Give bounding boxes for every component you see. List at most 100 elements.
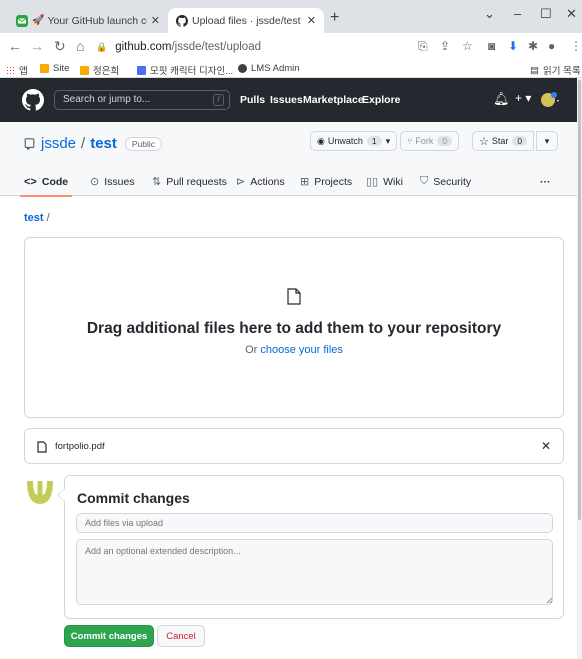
rocket-icon: 🚀 xyxy=(32,15,45,26)
tab-label: Pull requests xyxy=(166,175,227,188)
reading-list-icon: ▤ xyxy=(530,64,539,76)
breadcrumb: test / xyxy=(24,212,50,224)
star-label: Star xyxy=(491,136,509,146)
back-arrow-icon[interactable]: ← xyxy=(8,38,22,54)
close-window-button[interactable]: ✕ xyxy=(566,6,577,22)
tab-label: Actions xyxy=(250,175,285,188)
maximize-button[interactable]: ☐ xyxy=(540,6,552,22)
create-new-button[interactable]: + ▾ xyxy=(515,91,531,105)
resize-grip-icon[interactable] xyxy=(545,596,553,604)
user-avatar-menu[interactable] xyxy=(540,91,560,112)
nav-marketplace[interactable]: Marketplace xyxy=(303,94,364,106)
close-tab-icon[interactable]: ✕ xyxy=(151,14,160,27)
fork-icon: ⑂ xyxy=(407,136,413,146)
tab-wiki[interactable]: ▯▯ Wiki xyxy=(366,167,403,196)
star-bookmark-icon[interactable]: ☆ xyxy=(462,39,473,53)
download-extension-icon[interactable]: ⬇ xyxy=(508,39,518,53)
repo-name-link[interactable]: test xyxy=(90,135,117,152)
tab-title: Your GitHub launch code(16 xyxy=(47,14,147,27)
bookmark-folder-2[interactable]: 정은희 xyxy=(80,63,119,77)
profile-icon[interactable]: ● xyxy=(548,39,555,53)
unwatch-count: 1 xyxy=(366,136,382,146)
star-list-dropdown[interactable]: ▾ xyxy=(536,131,558,151)
commit-summary-input[interactable] xyxy=(76,513,553,533)
file-icon xyxy=(287,288,301,305)
browser-tab-mail[interactable]: 🚀 Your GitHub launch code(16 ✕ xyxy=(8,8,168,33)
github-logo-icon[interactable] xyxy=(22,89,44,111)
fork-label: Fork xyxy=(415,136,434,146)
tab-actions[interactable]: ⊳ Actions xyxy=(236,167,285,196)
commit-description-textarea[interactable] xyxy=(76,539,553,605)
bookmark-apps[interactable]: 앱 xyxy=(6,63,28,77)
nav-explore[interactable]: Explore xyxy=(362,94,401,106)
tab-label: Projects xyxy=(314,175,353,188)
star-count: 0 xyxy=(512,136,528,146)
global-search-input[interactable]: Search or jump to... / xyxy=(54,90,230,110)
more-menu-icon[interactable]: ⋮ xyxy=(570,39,582,53)
chevron-down-icon: ▾ xyxy=(385,135,391,146)
unwatch-button[interactable]: ◉ Unwatch 1 ▾ xyxy=(310,131,398,151)
github-header: Search or jump to... / Pulls Issues Mark… xyxy=(0,78,582,122)
tab-code[interactable]: <> Code xyxy=(19,167,73,197)
choose-files-link[interactable]: choose your files xyxy=(260,344,343,356)
bookmark-character-design[interactable]: 모핏 캐릭터 디자인... xyxy=(137,63,233,77)
cancel-button[interactable]: Cancel xyxy=(157,625,205,647)
pull-request-icon: ⇅ xyxy=(152,176,162,188)
close-tab-icon[interactable]: ✕ xyxy=(307,14,316,27)
nav-pulls[interactable]: Pulls xyxy=(240,94,265,106)
tab-label: Wiki xyxy=(383,175,403,188)
tab-security[interactable]: ⛉ Security xyxy=(420,167,471,196)
tab-issues[interactable]: ⊙ Issues xyxy=(90,167,135,196)
bookmark-lms-admin[interactable]: LMS Admin xyxy=(238,63,300,74)
home-icon[interactable]: ⌂ xyxy=(76,38,84,54)
unwatch-label: Unwatch xyxy=(327,136,363,146)
repo-owner-link[interactable]: jssde xyxy=(41,135,76,152)
url-field[interactable]: 🔒 github.com/jssde/test/upload xyxy=(96,36,402,58)
puzzle-extensions-icon[interactable]: ✱ xyxy=(528,39,538,53)
bookmark-label: 정은희 xyxy=(93,66,120,77)
nav-issues[interactable]: Issues xyxy=(270,94,303,106)
chevron-down-icon: ▾ xyxy=(544,135,550,146)
translate-icon[interactable]: ⎘ xyxy=(418,39,428,54)
bookmark-favicon xyxy=(137,65,146,75)
bookmark-label: Site xyxy=(53,63,70,74)
github-icon xyxy=(176,14,189,27)
more-tabs-button[interactable]: ··· xyxy=(540,167,551,196)
fork-count: 0 xyxy=(437,136,453,146)
browser-tab-upload[interactable]: Upload files · jssde/test ✕ xyxy=(168,8,324,33)
camera-extension-icon[interactable]: ◙ xyxy=(488,39,495,53)
notifications-bell-icon[interactable]: 🔔︎ xyxy=(493,91,510,107)
url-host: github.com xyxy=(115,41,172,53)
drag-instruction: Drag additional files here to add them t… xyxy=(86,320,502,337)
fork-button[interactable]: ⑂ Fork 0 xyxy=(400,131,460,151)
tab-title: Upload files · jssde/test xyxy=(192,14,301,27)
reading-list[interactable]: ▤ 읽기 목록 xyxy=(530,63,581,78)
forward-arrow-icon[interactable]: → xyxy=(30,38,44,54)
file-drop-zone[interactable]: Drag additional files here to add them t… xyxy=(24,237,564,418)
avatar-icon xyxy=(541,92,559,107)
scrollbar-thumb[interactable] xyxy=(578,80,581,520)
folder-icon xyxy=(80,65,89,75)
minimize-button[interactable]: – xyxy=(514,6,521,21)
share-icon[interactable]: ⇪ xyxy=(440,39,450,53)
reload-icon[interactable]: ↻ xyxy=(54,38,66,55)
code-icon: <> xyxy=(24,175,37,188)
choose-prefix: Or xyxy=(245,344,261,356)
address-bar: ← → ↻ ⌂ 🔒 github.com/jssde/test/upload ⎘… xyxy=(0,33,582,61)
new-tab-button[interactable]: + xyxy=(330,9,339,27)
breadcrumb-repo-link[interactable]: test xyxy=(24,212,44,224)
commit-changes-button[interactable]: Commit changes xyxy=(64,625,154,647)
tab-label: Security xyxy=(433,175,472,188)
tab-pull-requests[interactable]: ⇅ Pull requests xyxy=(152,167,227,196)
tab-label: Code xyxy=(41,175,69,188)
tab-search-icon[interactable]: ⌄ xyxy=(484,6,495,22)
url-path: /jssde/test/upload xyxy=(171,41,261,53)
bookmark-label: 앱 xyxy=(19,66,28,77)
bookmark-site[interactable]: Site xyxy=(40,63,69,74)
remove-file-icon[interactable]: ✕ xyxy=(541,439,551,453)
search-shortcut-key: / xyxy=(213,94,224,106)
file-icon xyxy=(37,441,47,453)
star-button[interactable]: ☆ Star 0 xyxy=(472,131,535,151)
uploaded-file-name: fortpolio.pdf xyxy=(55,441,105,452)
tab-projects[interactable]: ⊞ Projects xyxy=(300,167,352,196)
